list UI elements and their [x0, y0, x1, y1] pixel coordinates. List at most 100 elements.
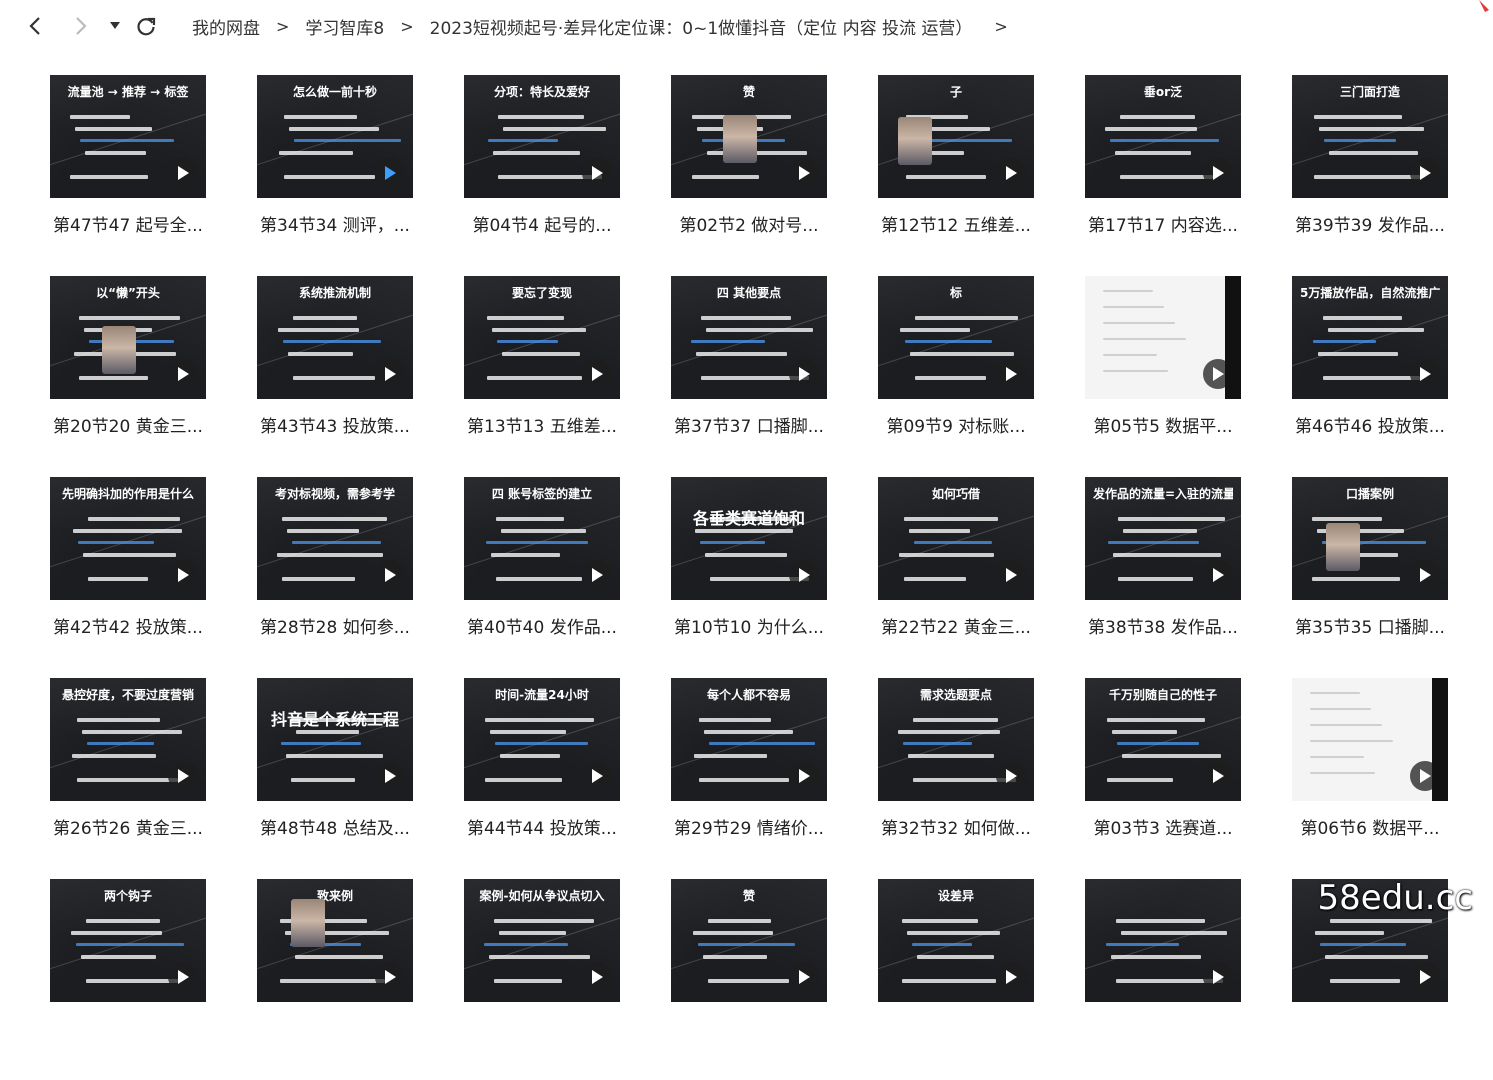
video-tile[interactable]: 口播案例 第35节35 口播脚...: [1292, 477, 1448, 678]
play-button[interactable]: [582, 158, 612, 188]
video-tile[interactable]: 时间-流量24小时第44节44 投放策...: [464, 678, 620, 879]
video-thumbnail[interactable]: 系统推流机制: [257, 276, 413, 399]
video-tile[interactable]: 以“懒”开头第20节20 黄金三...: [50, 276, 206, 477]
video-thumbnail[interactable]: 要忘了变现: [464, 276, 620, 399]
video-thumbnail[interactable]: 千万别随自己的性子: [1085, 678, 1241, 801]
video-filename[interactable]: 第02节2 做对号...: [671, 211, 827, 236]
video-filename[interactable]: 第20节20 黄金三...: [50, 412, 206, 437]
play-button[interactable]: [168, 359, 198, 389]
play-button[interactable]: [1203, 560, 1233, 590]
video-tile[interactable]: [1085, 879, 1241, 1080]
video-thumbnail[interactable]: 赞: [671, 75, 827, 198]
breadcrumb-item-root[interactable]: 我的网盘: [192, 14, 260, 39]
video-tile[interactable]: 四 账号标签的建立 第40节40 发作品...: [464, 477, 620, 678]
video-filename[interactable]: 第12节12 五维差...: [878, 211, 1034, 236]
video-filename[interactable]: 第17节17 内容选...: [1085, 211, 1241, 236]
video-thumbnail[interactable]: 垂or泛: [1085, 75, 1241, 198]
video-tile[interactable]: 分项：特长及爱好 第04节4 起号的...: [464, 75, 620, 276]
video-filename[interactable]: 第38节38 发作品...: [1085, 613, 1241, 638]
video-thumbnail[interactable]: 以“懒”开头: [50, 276, 206, 399]
video-tile[interactable]: 如何巧借 第22节22 黄金三...: [878, 477, 1034, 678]
video-thumbnail[interactable]: [1292, 678, 1448, 801]
video-tile[interactable]: 抖音是个系统工程第48节48 总结及...: [257, 678, 413, 879]
video-tile[interactable]: 千万别随自己的性子第03节3 选赛道...: [1085, 678, 1241, 879]
play-button[interactable]: [375, 158, 405, 188]
video-tile[interactable]: 需求选题要点 第32节32 如何做...: [878, 678, 1034, 879]
refresh-button[interactable]: [133, 12, 159, 40]
play-button[interactable]: [996, 761, 1026, 791]
video-filename[interactable]: 第05节5 数据平...: [1085, 412, 1241, 437]
play-button[interactable]: [1203, 962, 1233, 992]
video-tile[interactable]: 系统推流机制第43节43 投放策...: [257, 276, 413, 477]
video-tile[interactable]: 每个人都不容易 第29节29 情绪价...: [671, 678, 827, 879]
video-tile[interactable]: 考对标视频，需参考学 第28节28 如何参...: [257, 477, 413, 678]
video-filename[interactable]: 第37节37 口播脚...: [671, 412, 827, 437]
video-filename[interactable]: 第03节3 选赛道...: [1085, 814, 1241, 839]
video-tile[interactable]: 赞: [671, 879, 827, 1080]
video-tile[interactable]: 先明确抖加的作用是什么第42节42 投放策...: [50, 477, 206, 678]
video-tile[interactable]: 第06节6 数据平...: [1292, 678, 1448, 879]
video-tile[interactable]: 四 其他要点第37节37 口播脚...: [671, 276, 827, 477]
play-button[interactable]: [996, 962, 1026, 992]
video-filename[interactable]: 第29节29 情绪价...: [671, 814, 827, 839]
play-button[interactable]: [1410, 359, 1440, 389]
video-thumbnail[interactable]: 两个钩子: [50, 879, 206, 1002]
video-tile[interactable]: 悬控好度，不要过度营销 第26节26 黄金三...: [50, 678, 206, 879]
video-thumbnail[interactable]: 5万播放作品，自然流推广: [1292, 276, 1448, 399]
video-thumbnail[interactable]: 发作品的流量=入驻的流量: [1085, 477, 1241, 600]
video-tile[interactable]: 三门面打造第39节39 发作品...: [1292, 75, 1448, 276]
play-button[interactable]: [375, 962, 405, 992]
video-tile[interactable]: 怎么做一前十秒 第34节34 测评，...: [257, 75, 413, 276]
video-filename[interactable]: 第42节42 投放策...: [50, 613, 206, 638]
play-button[interactable]: [1410, 158, 1440, 188]
video-filename[interactable]: 第44节44 投放策...: [464, 814, 620, 839]
play-button[interactable]: [168, 158, 198, 188]
history-dropdown-button[interactable]: [104, 12, 126, 40]
breadcrumb-item-current[interactable]: 2023短视频起号·差异化定位课：0~1做懂抖音（定位 内容 投流 运营）: [430, 14, 973, 39]
play-button[interactable]: [582, 560, 612, 590]
play-button[interactable]: [1410, 761, 1440, 791]
video-filename[interactable]: 第32节32 如何做...: [878, 814, 1034, 839]
play-button[interactable]: [996, 560, 1026, 590]
video-filename[interactable]: 第10节10 为什么...: [671, 613, 827, 638]
video-tile[interactable]: 设差异: [878, 879, 1034, 1080]
play-button[interactable]: [789, 761, 819, 791]
video-filename[interactable]: 第46节46 投放策...: [1292, 412, 1448, 437]
video-tile[interactable]: 案例-如何从争议点切入: [464, 879, 620, 1080]
video-thumbnail[interactable]: 时间-流量24小时: [464, 678, 620, 801]
play-button[interactable]: [789, 962, 819, 992]
play-button[interactable]: [375, 560, 405, 590]
video-filename[interactable]: 第43节43 投放策...: [257, 412, 413, 437]
play-button[interactable]: [168, 761, 198, 791]
video-thumbnail[interactable]: 四 账号标签的建立: [464, 477, 620, 600]
video-filename[interactable]: 第13节13 五维差...: [464, 412, 620, 437]
play-button[interactable]: [996, 158, 1026, 188]
video-thumbnail[interactable]: 案例-如何从争议点切入: [464, 879, 620, 1002]
video-filename[interactable]: 第39节39 发作品...: [1292, 211, 1448, 236]
video-thumbnail[interactable]: 先明确抖加的作用是什么: [50, 477, 206, 600]
play-button[interactable]: [1410, 560, 1440, 590]
play-button[interactable]: [375, 359, 405, 389]
video-thumbnail[interactable]: 子: [878, 75, 1034, 198]
video-thumbnail[interactable]: 四 其他要点: [671, 276, 827, 399]
video-filename[interactable]: 第26节26 黄金三...: [50, 814, 206, 839]
forward-button[interactable]: [68, 12, 94, 40]
video-thumbnail[interactable]: 考对标视频，需参考学: [257, 477, 413, 600]
play-button[interactable]: [789, 158, 819, 188]
play-button[interactable]: [375, 761, 405, 791]
breadcrumb-item-folder[interactable]: 学习智库8: [305, 14, 384, 39]
video-thumbnail[interactable]: [1085, 879, 1241, 1002]
video-tile[interactable]: 标第09节9 对标账...: [878, 276, 1034, 477]
video-tile[interactable]: 致来例: [257, 879, 413, 1080]
video-tile[interactable]: 要忘了变现第13节13 五维差...: [464, 276, 620, 477]
video-tile[interactable]: 流量池 → 推荐 → 标签 第47节47 起号全...: [50, 75, 206, 276]
play-button[interactable]: [168, 560, 198, 590]
play-button[interactable]: [1203, 158, 1233, 188]
video-thumbnail[interactable]: 抖音是个系统工程: [257, 678, 413, 801]
video-thumbnail[interactable]: 设差异: [878, 879, 1034, 1002]
video-thumbnail[interactable]: 致来例: [257, 879, 413, 1002]
play-button[interactable]: [168, 962, 198, 992]
video-thumbnail[interactable]: 如何巧借: [878, 477, 1034, 600]
video-thumbnail[interactable]: 各垂类赛道饱和: [671, 477, 827, 600]
video-thumbnail[interactable]: 三门面打造: [1292, 75, 1448, 198]
